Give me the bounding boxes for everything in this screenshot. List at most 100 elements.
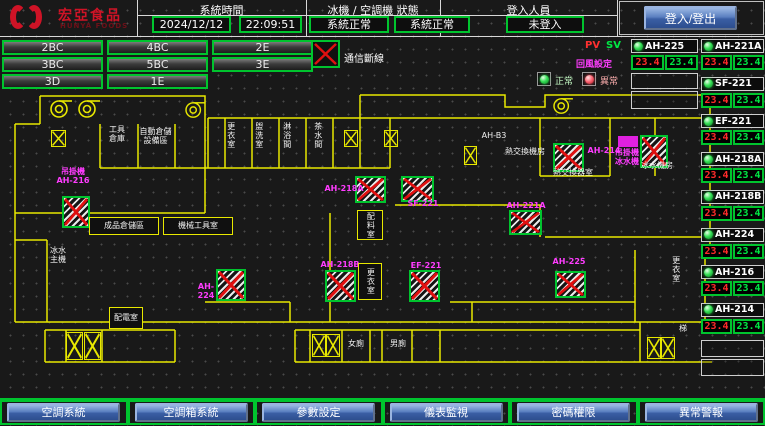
- device-sf-221[interactable]: SF-221: [701, 77, 764, 91]
- stair-icon: [661, 337, 675, 359]
- device-ah-214[interactable]: AH-214: [701, 303, 764, 317]
- device-ah-225[interactable]: AH-225: [631, 39, 698, 53]
- pv-value: 23.4: [701, 93, 732, 108]
- sv-value: 23.4: [665, 55, 698, 70]
- ahu-comm-fail-icon[interactable]: [509, 210, 542, 235]
- stair-icon: [84, 332, 101, 360]
- device-values: 23.423.4: [701, 319, 764, 334]
- equipment-label: EF-221: [409, 262, 443, 271]
- nav-button-6[interactable]: 異常警報: [645, 403, 758, 422]
- room-label: AH-B3: [477, 132, 511, 141]
- floor-button-3d[interactable]: 3D: [2, 74, 103, 89]
- room-label: 冰水機房: [638, 162, 676, 171]
- device-values: 23.423.4: [631, 55, 698, 70]
- status-led: [704, 305, 713, 314]
- comm-fail-legend-icon: [311, 40, 340, 68]
- divider: [617, 0, 618, 36]
- floor-button-3bc[interactable]: 3BC: [2, 57, 103, 72]
- device-values: 23.423.4: [701, 281, 764, 296]
- sv-value: 23.4: [733, 244, 764, 259]
- device-name-label: AH-218B: [715, 191, 761, 202]
- device-name-label: AH-225: [645, 41, 684, 52]
- hmi-screen: 吊掛機 AH-216AH-224AH-218BAH-218ASF-221EF-2…: [0, 0, 765, 426]
- nav-button-1[interactable]: 空調系統: [7, 403, 120, 422]
- stair-icon: [312, 334, 326, 357]
- empty-slot: [701, 340, 764, 357]
- status-led: [704, 268, 713, 277]
- floor-button-5bc[interactable]: 5BC: [107, 57, 208, 72]
- room-label: 自動倉儲 設備區: [137, 128, 174, 146]
- room-label: 工具 倉庫: [99, 126, 135, 144]
- nav-button-4[interactable]: 儀表監視: [390, 403, 503, 422]
- empty-slot: [631, 91, 698, 109]
- floor-button-4bc[interactable]: 4BC: [107, 40, 208, 55]
- device-values: 23.423.4: [701, 130, 764, 145]
- equipment-label: AH-218A: [324, 185, 364, 194]
- pv-value: 23.4: [701, 281, 732, 296]
- floor-button-2bc[interactable]: 2BC: [2, 40, 103, 55]
- sv-value: 23.4: [733, 281, 764, 296]
- chiller-status-value: 系統正常: [309, 16, 389, 33]
- pv-value: 23.4: [701, 206, 732, 221]
- ahu-comm-fail-icon[interactable]: [555, 271, 586, 298]
- stair-icon: [66, 332, 83, 360]
- room-label: 更衣室: [226, 122, 235, 149]
- status-led: [704, 42, 713, 51]
- status-led: [704, 155, 713, 164]
- floor-button-3e[interactable]: 3E: [212, 57, 313, 72]
- stair-icon: [464, 146, 477, 165]
- device-values: 23.423.4: [701, 244, 764, 259]
- device-ah-224[interactable]: AH-224: [701, 228, 764, 242]
- status-led: [704, 230, 713, 239]
- pv-value: 23.4: [701, 168, 732, 183]
- device-ah-218a[interactable]: AH-218A: [701, 152, 764, 166]
- ahu-comm-fail-icon[interactable]: [325, 270, 356, 302]
- ahu-comm-fail-icon[interactable]: [409, 270, 440, 302]
- nav-button-3[interactable]: 參數設定: [262, 403, 375, 422]
- divider: [0, 36, 765, 37]
- nav-button-5[interactable]: 密碼權限: [517, 403, 630, 422]
- floor-button-1e[interactable]: 1E: [107, 74, 208, 89]
- sv-column-label: SV: [606, 40, 621, 51]
- status-led: [704, 117, 713, 126]
- abnormal-legend-label: 異常: [600, 74, 618, 87]
- equipment-label: AH-224: [190, 283, 222, 301]
- device-ah-221a[interactable]: AH-221A: [701, 39, 764, 53]
- system-time-value: 22:09:51: [239, 16, 302, 33]
- device-ah-218b[interactable]: AH-218B: [701, 190, 764, 204]
- device-ef-221[interactable]: EF-221: [701, 114, 764, 128]
- nav-button-2[interactable]: 空調箱系統: [135, 403, 248, 422]
- empty-slot: [631, 73, 698, 89]
- company-name-en: HUNYA FOODS: [60, 22, 128, 30]
- room-label: 冰水 主機: [45, 247, 71, 265]
- pv-value: 23.4: [701, 55, 732, 70]
- status-led: [704, 79, 713, 88]
- device-name-label: AH-218A: [715, 154, 761, 165]
- room-label: 熱交換器室: [550, 169, 596, 178]
- company-logo-icon: [8, 4, 54, 32]
- room-label: 淋浴間: [282, 122, 291, 149]
- room-label: 梯: [676, 325, 690, 334]
- floor-button-2e[interactable]: 2E: [212, 40, 313, 55]
- sv-value: 23.4: [733, 319, 764, 334]
- device-name-label: AH-224: [715, 229, 754, 240]
- equipment-block: [618, 136, 638, 147]
- login-logout-button[interactable]: 登入/登出: [644, 6, 737, 30]
- ahu-comm-fail-icon[interactable]: [62, 196, 90, 228]
- device-name-label: EF-221: [715, 116, 751, 127]
- comm-fail-legend-label: 通信斷線: [344, 50, 384, 65]
- ahu-status-value: 系統正常: [394, 16, 470, 33]
- device-name-label: SF-221: [715, 78, 752, 89]
- pv-value: 23.4: [701, 319, 732, 334]
- device-name-label: AH-221A: [715, 41, 761, 52]
- room-label: 男廁: [386, 340, 410, 349]
- login-status-value: 未登入: [506, 16, 584, 33]
- room-label: 配電室: [109, 307, 143, 329]
- room-label: 機械工具室: [163, 217, 233, 235]
- device-ah-216[interactable]: AH-216: [701, 265, 764, 279]
- stair-icon: [384, 130, 398, 147]
- stair-icon: [51, 130, 66, 147]
- stair-icon: [326, 334, 340, 357]
- room-label: 成品倉儲區: [89, 217, 159, 235]
- device-values: 23.423.4: [701, 168, 764, 183]
